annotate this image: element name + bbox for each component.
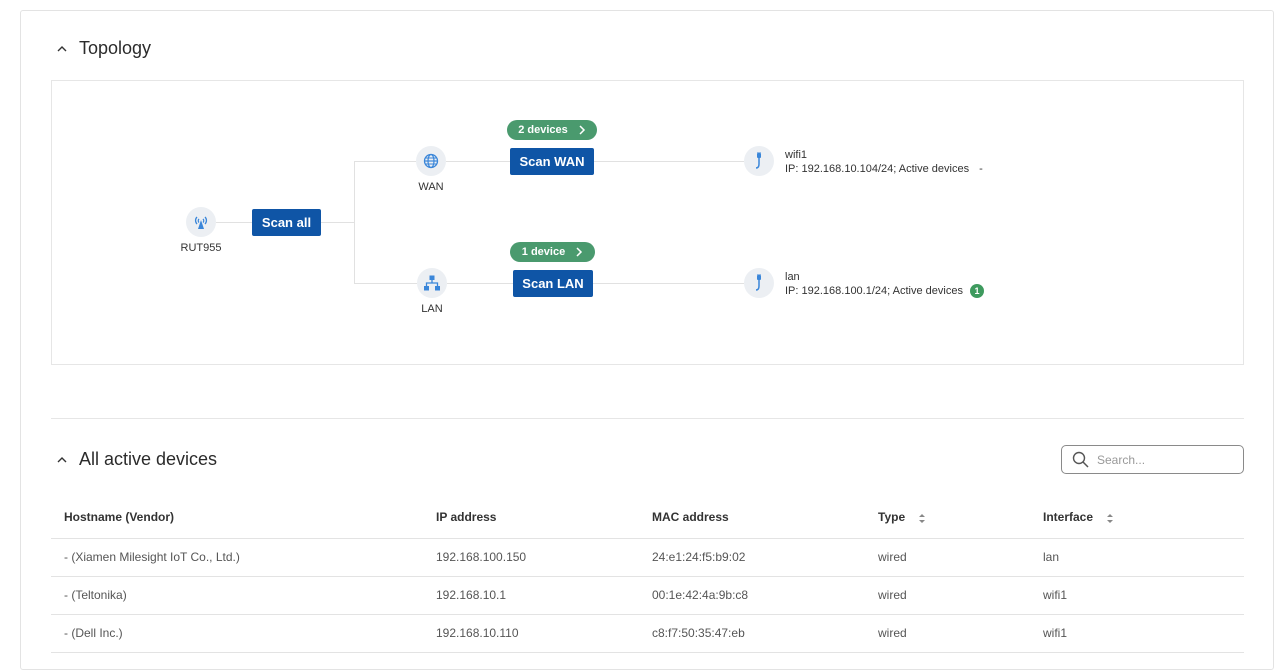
lan-info: IP: 192.168.100.1/24; Active devices 1 <box>785 284 984 298</box>
table-row: - (Teltonika) 192.168.10.1 00:1e:42:4a:9… <box>51 576 1244 615</box>
cell-ip: 192.168.10.110 <box>423 614 639 653</box>
search-box[interactable] <box>1061 445 1244 474</box>
cell-ip: 192.168.100.150 <box>423 538 639 577</box>
wan-devices-count: 2 devices <box>518 124 568 136</box>
cell-mac: 24:e1:24:f5:b9:02 <box>639 538 865 577</box>
wifi1-interface-node <box>744 146 774 176</box>
sort-icon[interactable] <box>918 513 926 524</box>
cell-hostname: - (Teltonika) <box>51 576 423 615</box>
chevron-right-icon <box>579 125 585 135</box>
lan-ip-info: IP: 192.168.100.1/24; Active devices <box>785 285 963 297</box>
connector-line <box>354 283 417 284</box>
devices-table: Hostname (Vendor) IP address MAC address… <box>51 497 1244 653</box>
chevron-up-icon <box>57 45 67 51</box>
cell-mac: c8:f7:50:35:47:eb <box>639 614 865 653</box>
lan-devices-count: 1 device <box>521 246 566 258</box>
network-icon <box>424 275 440 291</box>
cell-interface: wifi1 <box>1030 576 1244 615</box>
connector-line <box>216 222 252 223</box>
scan-wan-button[interactable]: Scan WAN <box>510 148 594 175</box>
column-header-hostname: Hostname (Vendor) <box>51 497 423 539</box>
table-row: - (Dell Inc.) 192.168.10.110 c8:f7:50:35… <box>51 614 1244 653</box>
antenna-icon <box>194 216 208 229</box>
scan-lan-button[interactable]: Scan LAN <box>513 270 593 297</box>
lan-node <box>417 268 447 298</box>
wifi1-active-devices: - <box>979 163 983 175</box>
scan-all-button[interactable]: Scan all <box>252 209 321 236</box>
cell-ip: 192.168.10.1 <box>423 576 639 615</box>
cell-type: wired <box>865 576 1030 615</box>
connector-line <box>354 161 416 162</box>
router-label: RUT955 <box>180 242 222 254</box>
search-input[interactable] <box>1095 451 1235 468</box>
connector-line <box>593 283 744 284</box>
lan-interface-node <box>744 268 774 298</box>
connector-line <box>594 161 744 162</box>
column-header-ip: IP address <box>423 497 639 539</box>
table-header-row: Hostname (Vendor) IP address MAC address… <box>51 497 1244 539</box>
wan-devices-pill[interactable]: 2 devices <box>507 120 597 140</box>
column-header-type[interactable]: Type <box>865 497 1030 539</box>
globe-icon <box>423 153 439 169</box>
topology-title: Topology <box>79 38 152 58</box>
connector-line <box>447 283 513 284</box>
wan-node <box>416 146 446 176</box>
column-header-mac: MAC address <box>639 497 865 539</box>
cell-type: wired <box>865 614 1030 653</box>
cell-hostname: - (Dell Inc.) <box>51 614 423 653</box>
section-divider <box>51 418 1244 419</box>
column-header-interface[interactable]: Interface <box>1030 497 1244 539</box>
devices-title: All active devices <box>79 449 218 469</box>
table-row: - (Xiamen Milesight IoT Co., Ltd.) 192.1… <box>51 538 1244 577</box>
router-node <box>186 207 216 237</box>
cell-hostname: - (Xiamen Milesight IoT Co., Ltd.) <box>51 538 423 577</box>
wifi1-name: wifi1 <box>785 149 808 161</box>
lan-devices-pill[interactable]: 1 device <box>510 242 595 262</box>
ethernet-icon <box>755 274 761 291</box>
chevron-right-icon <box>576 247 583 257</box>
search-icon <box>1072 451 1089 468</box>
devices-section-toggle[interactable]: All active devices <box>55 449 217 470</box>
cell-interface: lan <box>1030 538 1244 577</box>
cell-interface: wifi1 <box>1030 614 1244 653</box>
chevron-up-icon <box>57 456 67 462</box>
cell-type: wired <box>865 538 1030 577</box>
connector-line <box>354 161 355 284</box>
ethernet-icon <box>755 152 761 169</box>
lan-active-devices-badge[interactable]: 1 <box>969 284 984 298</box>
lan-label: LAN <box>421 303 443 315</box>
sort-icon[interactable] <box>1106 513 1114 524</box>
connector-line <box>320 222 355 223</box>
wan-label: WAN <box>418 181 444 193</box>
topology-section-toggle[interactable]: Topology <box>55 38 151 59</box>
cell-mac: 00:1e:42:4a:9b:c8 <box>639 576 865 615</box>
wifi1-info: IP: 192.168.10.104/24; Active devices - <box>785 163 983 175</box>
wifi1-ip-info: IP: 192.168.10.104/24; Active devices <box>785 163 970 175</box>
lan-name: lan <box>785 271 800 283</box>
connector-line <box>446 161 510 162</box>
